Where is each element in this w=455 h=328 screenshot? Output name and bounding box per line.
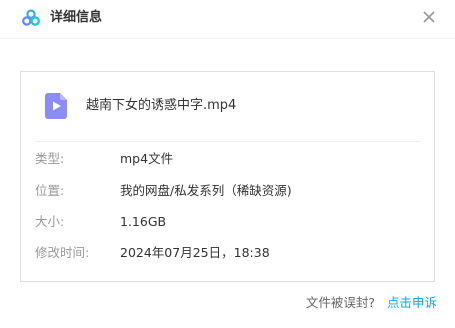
misblock-question: 文件被误封? [305,295,375,310]
detail-label: 大小: [35,214,65,229]
detail-label: 修改时间: [35,245,90,260]
detail-value: mp4文件 [120,151,174,166]
dialog-title: 详细信息 [50,10,103,25]
detail-row-type: 类型: mp4文件 [35,150,425,168]
appeal-link[interactable]: 点击申诉 [387,295,437,310]
detail-row-modified: 修改时间: 2024年07月25日，18:38 [35,244,425,262]
cloud-logo-icon [22,9,40,26]
file-name: 越南下女的诱惑中字.mp4 [86,98,237,113]
detail-label: 类型: [35,151,65,166]
file-info-card: 越南下女的诱惑中字.mp4 类型: mp4文件 位置: 我的网盘/私发系列（稀缺… [20,71,435,282]
detail-label: 位置: [35,183,65,198]
detail-row-size: 大小: 1.16GB [35,213,425,231]
detail-value: 我的网盘/私发系列（稀缺资源) [120,183,292,198]
detail-value: 1.16GB [120,214,167,229]
detail-value: 2024年07月25日，18:38 [120,245,270,260]
video-file-icon [45,93,67,119]
divider [35,141,421,142]
dialog-header: 详细信息 [0,0,455,39]
appeal-footer: 文件被误封? 点击申诉 [306,294,437,312]
close-icon[interactable] [422,10,436,24]
detail-row-location: 位置: 我的网盘/私发系列（稀缺资源) [35,182,425,200]
file-detail-dialog: 详细信息 越南下女的诱惑中字.mp4 类型: mp4文件 位置: 我的网盘/私发… [0,0,455,328]
